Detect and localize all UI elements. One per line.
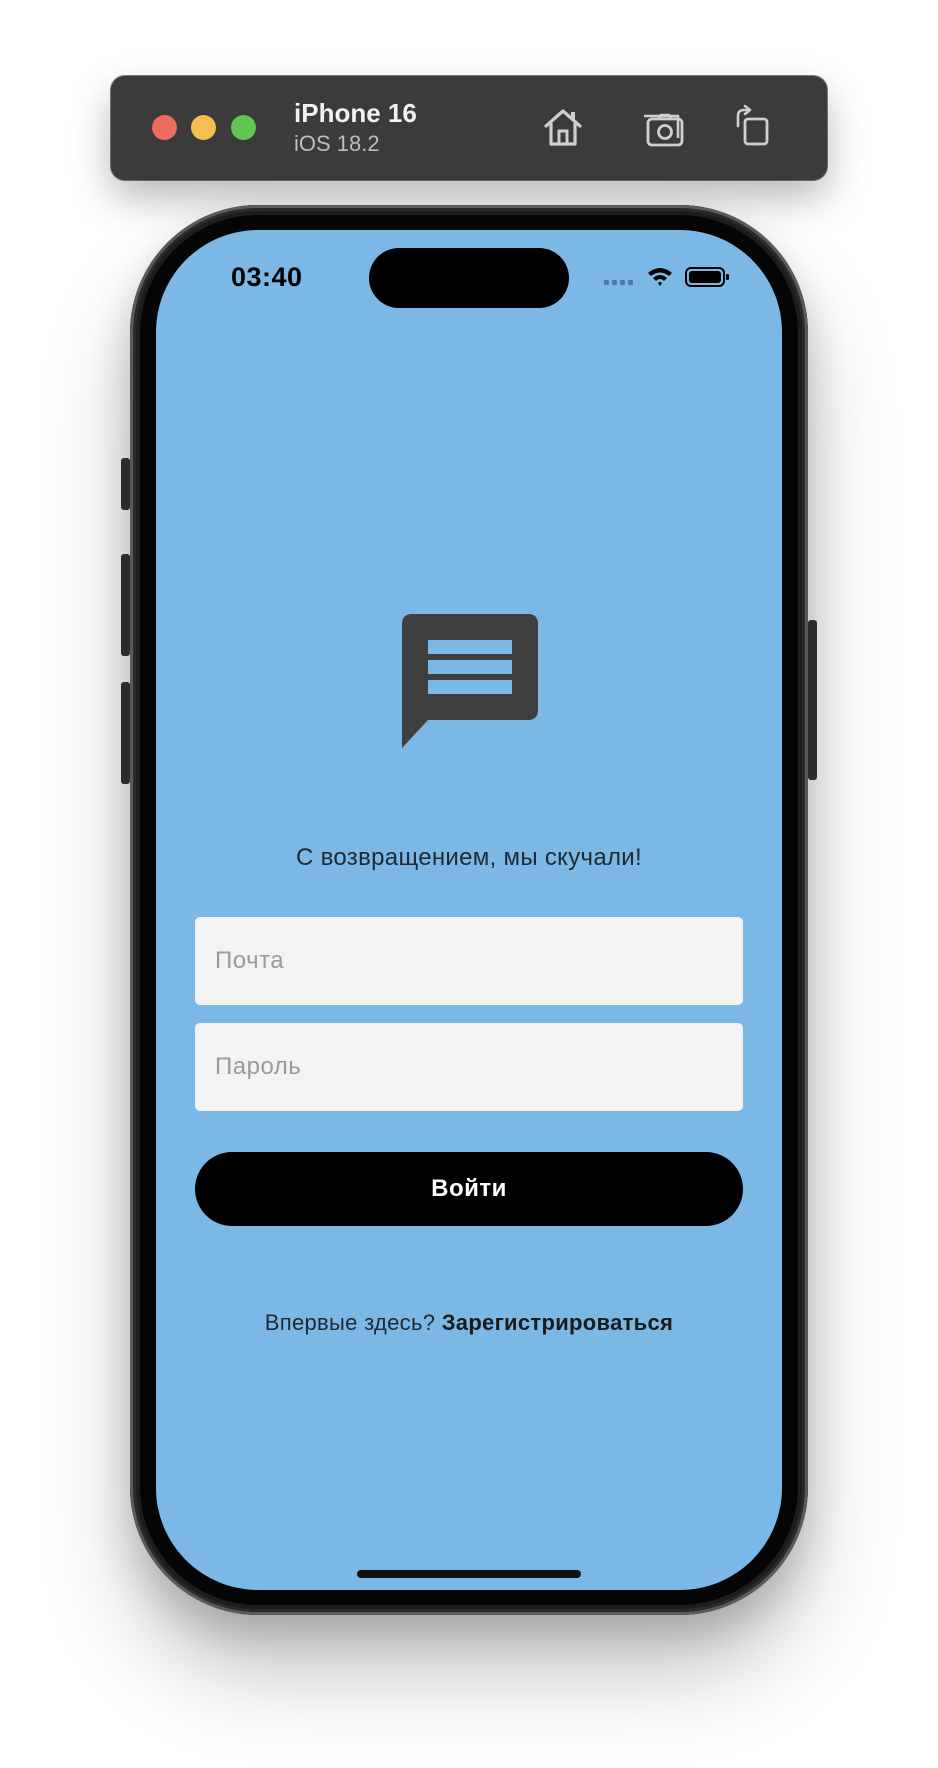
minimize-window-button[interactable] <box>191 115 216 140</box>
email-field[interactable] <box>195 917 743 1005</box>
screenshot-button[interactable] <box>640 104 686 150</box>
action-side-button[interactable] <box>121 458 130 510</box>
status-bar-icons <box>604 264 744 290</box>
device-name: iPhone 16 <box>294 98 417 128</box>
register-prompt: Впервые здесь? <box>264 1310 436 1335</box>
rotate-button[interactable] <box>730 104 776 150</box>
home-indicator[interactable] <box>357 1570 581 1578</box>
phone-screen: 03:40 С возвращением, мы скучали! Почта … <box>156 230 782 1590</box>
status-bar-time: 03:40 <box>231 262 303 292</box>
password-field[interactable] <box>195 1023 743 1111</box>
power-side-button[interactable] <box>808 620 817 780</box>
wifi-icon <box>648 268 672 286</box>
volume-down-side-button[interactable] <box>121 682 130 784</box>
chat-bubble-icon <box>402 614 538 748</box>
rotate-icon <box>736 104 769 146</box>
home-icon <box>544 109 582 146</box>
register-link[interactable]: Зарегистрироваться <box>442 1310 673 1335</box>
os-version: iOS 18.2 <box>294 131 380 156</box>
screenshot-icon <box>644 113 684 147</box>
zoom-window-button[interactable] <box>231 115 256 140</box>
close-window-button[interactable] <box>152 115 177 140</box>
cellular-signal-icon <box>604 280 633 285</box>
battery-icon <box>685 267 729 287</box>
dynamic-island <box>369 248 569 308</box>
register-row: Впервые здесь? Зарегистрироваться <box>156 1310 782 1336</box>
simulator-window: iPhone 16 iOS 18.2 03:40 С возвращением,… <box>0 0 938 1768</box>
volume-up-side-button[interactable] <box>121 554 130 656</box>
home-button[interactable] <box>540 104 586 150</box>
simulator-toolbar <box>111 76 827 180</box>
welcome-heading: С возвращением, мы скучали! <box>296 844 642 871</box>
login-button[interactable]: Войти <box>195 1152 743 1226</box>
